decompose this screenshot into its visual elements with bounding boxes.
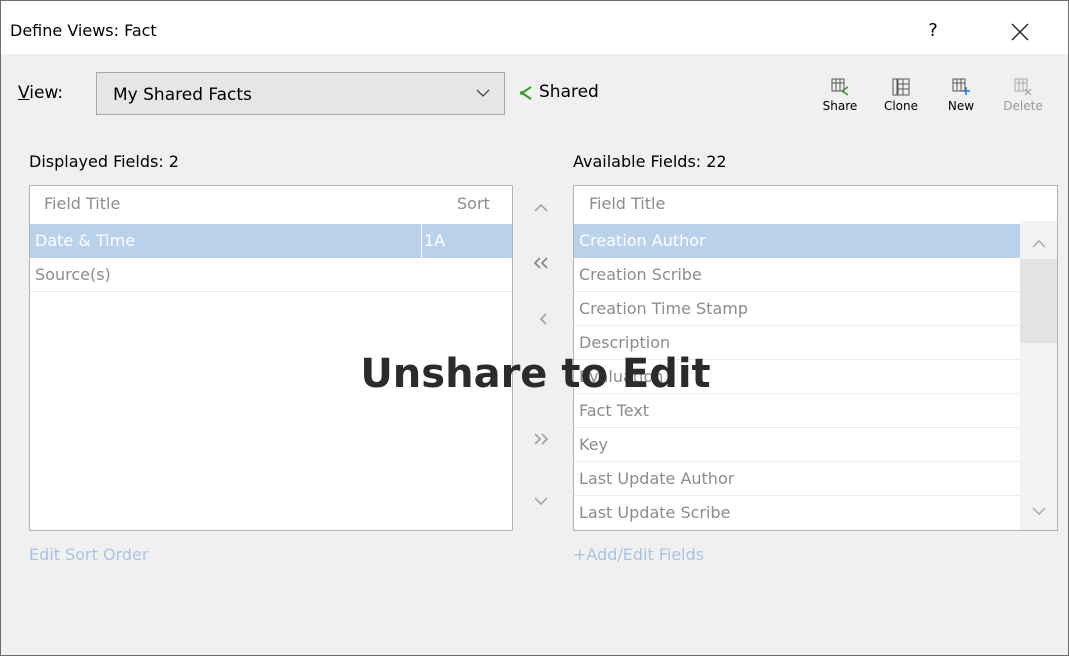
scrollbar-thumb[interactable] <box>1020 259 1057 343</box>
displayed-fields-grid[interactable]: Field Title Sort Date & Time 1A Source(s… <box>29 185 513 531</box>
new-view-label: New <box>947 99 975 113</box>
help-button[interactable]: ? <box>913 13 953 49</box>
list-item[interactable]: Creation Scribe <box>574 258 1020 292</box>
chevron-down-icon <box>476 89 490 97</box>
new-grid-icon <box>952 78 970 95</box>
share-view-button[interactable]: Share <box>821 77 859 113</box>
double-chevron-left-icon <box>533 257 548 269</box>
delete-grid-icon <box>1014 78 1032 96</box>
dialog-title: Define Views: Fact <box>10 21 157 40</box>
list-item[interactable]: Last Update Scribe <box>574 496 1020 530</box>
remove-button[interactable] <box>531 311 555 335</box>
grid-header: Field Title <box>574 186 1021 222</box>
scroll-up-icon <box>1032 240 1046 248</box>
edit-sort-order-link[interactable]: Edit Sort Order <box>29 545 148 564</box>
list-item[interactable]: Key <box>574 428 1020 462</box>
field-title-cell: Source(s) <box>35 265 111 284</box>
clone-grid-icon <box>892 78 910 96</box>
remove-all-button[interactable] <box>529 255 553 279</box>
field-title-cell: Creation Author <box>579 231 706 250</box>
column-header-field-title[interactable]: Field Title <box>44 186 120 220</box>
field-title-cell: Last Update Scribe <box>579 503 731 522</box>
clone-view-label: Clone <box>883 99 919 113</box>
move-down-button[interactable] <box>529 491 553 515</box>
list-item[interactable]: Fact Text <box>574 394 1020 428</box>
share-grid-icon <box>831 78 849 96</box>
title-bar: Define Views: Fact ? <box>1 1 1068 54</box>
field-title-cell: Description <box>579 333 671 352</box>
add-edit-fields-link[interactable]: +Add/Edit Fields <box>573 545 704 564</box>
available-fields-scrollbar[interactable] <box>1020 221 1057 530</box>
view-select-value: My Shared Facts <box>113 85 252 105</box>
available-fields-label: Available Fields: 22 <box>573 152 727 171</box>
field-title-cell: Creation Scribe <box>579 265 702 284</box>
table-row[interactable]: Date & Time 1A <box>30 224 512 258</box>
new-view-button[interactable]: New <box>944 77 978 113</box>
define-views-dialog: Define Views: Fact ? View: My Shared Fac… <box>0 0 1069 656</box>
chevron-left-icon <box>539 313 547 325</box>
clone-view-button[interactable]: Clone <box>881 77 921 113</box>
field-title-cell: Creation Time Stamp <box>579 299 748 318</box>
share-view-label: Share <box>822 99 858 113</box>
share-arrow-icon <box>520 86 532 100</box>
column-header-field-title[interactable]: Field Title <box>589 186 665 220</box>
table-row[interactable]: Source(s) <box>30 258 512 292</box>
chevron-up-icon <box>534 203 548 212</box>
displayed-fields-label: Displayed Fields: 2 <box>29 152 179 171</box>
list-item[interactable]: Creation Author <box>574 224 1020 258</box>
delete-view-button[interactable]: Delete <box>988 77 1058 113</box>
sort-cell: 1A <box>421 224 445 258</box>
chevron-down-icon <box>534 497 548 506</box>
field-title-cell: Fact Text <box>579 401 650 420</box>
list-item[interactable]: Creation Time Stamp <box>574 292 1020 326</box>
scroll-down-icon <box>1032 507 1046 515</box>
shared-status-label: Shared <box>539 82 599 102</box>
list-item[interactable]: Last Update Author <box>574 462 1020 496</box>
available-fields-grid[interactable]: Field Title Creation Author Creation Scr… <box>573 185 1058 531</box>
field-title-cell: Evaluation <box>579 367 664 386</box>
view-select-dropdown[interactable]: My Shared Facts <box>96 72 505 115</box>
grid-header: Field Title Sort <box>30 186 512 222</box>
field-title-cell: Date & Time <box>35 231 136 250</box>
field-title-cell: Last Update Author <box>579 469 735 488</box>
field-title-cell: Key <box>579 435 609 454</box>
add-all-button[interactable] <box>529 431 553 455</box>
column-header-sort[interactable]: Sort <box>457 186 490 220</box>
move-up-button[interactable] <box>529 197 553 221</box>
close-icon <box>1011 23 1029 41</box>
close-button[interactable] <box>997 13 1043 49</box>
view-label: View: <box>18 83 64 103</box>
double-chevron-right-icon <box>534 433 549 445</box>
list-item[interactable]: Description <box>574 326 1020 360</box>
delete-view-label: Delete <box>1003 99 1043 113</box>
list-item[interactable]: Evaluation <box>574 360 1020 394</box>
